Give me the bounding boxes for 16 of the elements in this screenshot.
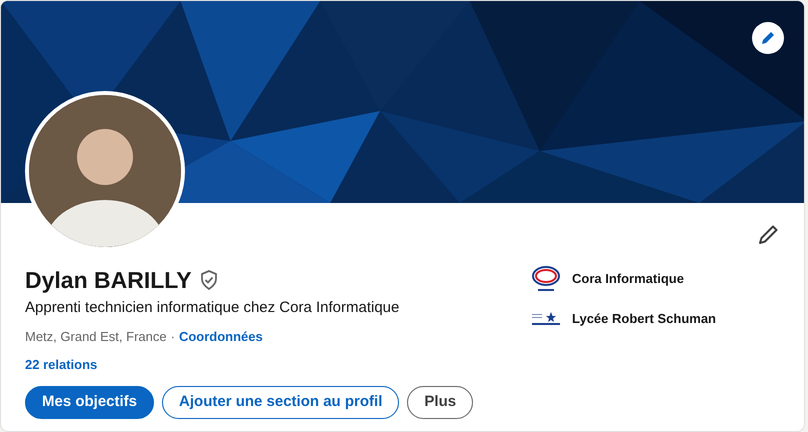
school-logo-icon (531, 311, 561, 327)
action-button[interactable]: Mes objectifs (25, 386, 154, 418)
company-logo-icon (531, 264, 561, 294)
pencil-icon (760, 30, 776, 46)
edit-intro-button[interactable] (756, 223, 780, 247)
connections-link[interactable]: 22 relations (25, 355, 98, 374)
location: Metz, Grand Est, France (25, 328, 167, 346)
separator: · (170, 328, 175, 346)
action-button[interactable]: Plus (407, 386, 474, 418)
headline: Apprenti technicien informatique chez Cora Informatique (25, 298, 400, 318)
action-button[interactable]: Ajouter une section au profil (162, 386, 400, 418)
organization-name[interactable]: Cora Informatique (572, 269, 684, 289)
profile-name: Dylan BARILLY (25, 266, 192, 295)
organization-name[interactable]: Lycée Robert Schuman (572, 309, 716, 329)
pencil-icon (757, 224, 779, 246)
contact-info-link[interactable]: Coordonnées (178, 326, 263, 346)
